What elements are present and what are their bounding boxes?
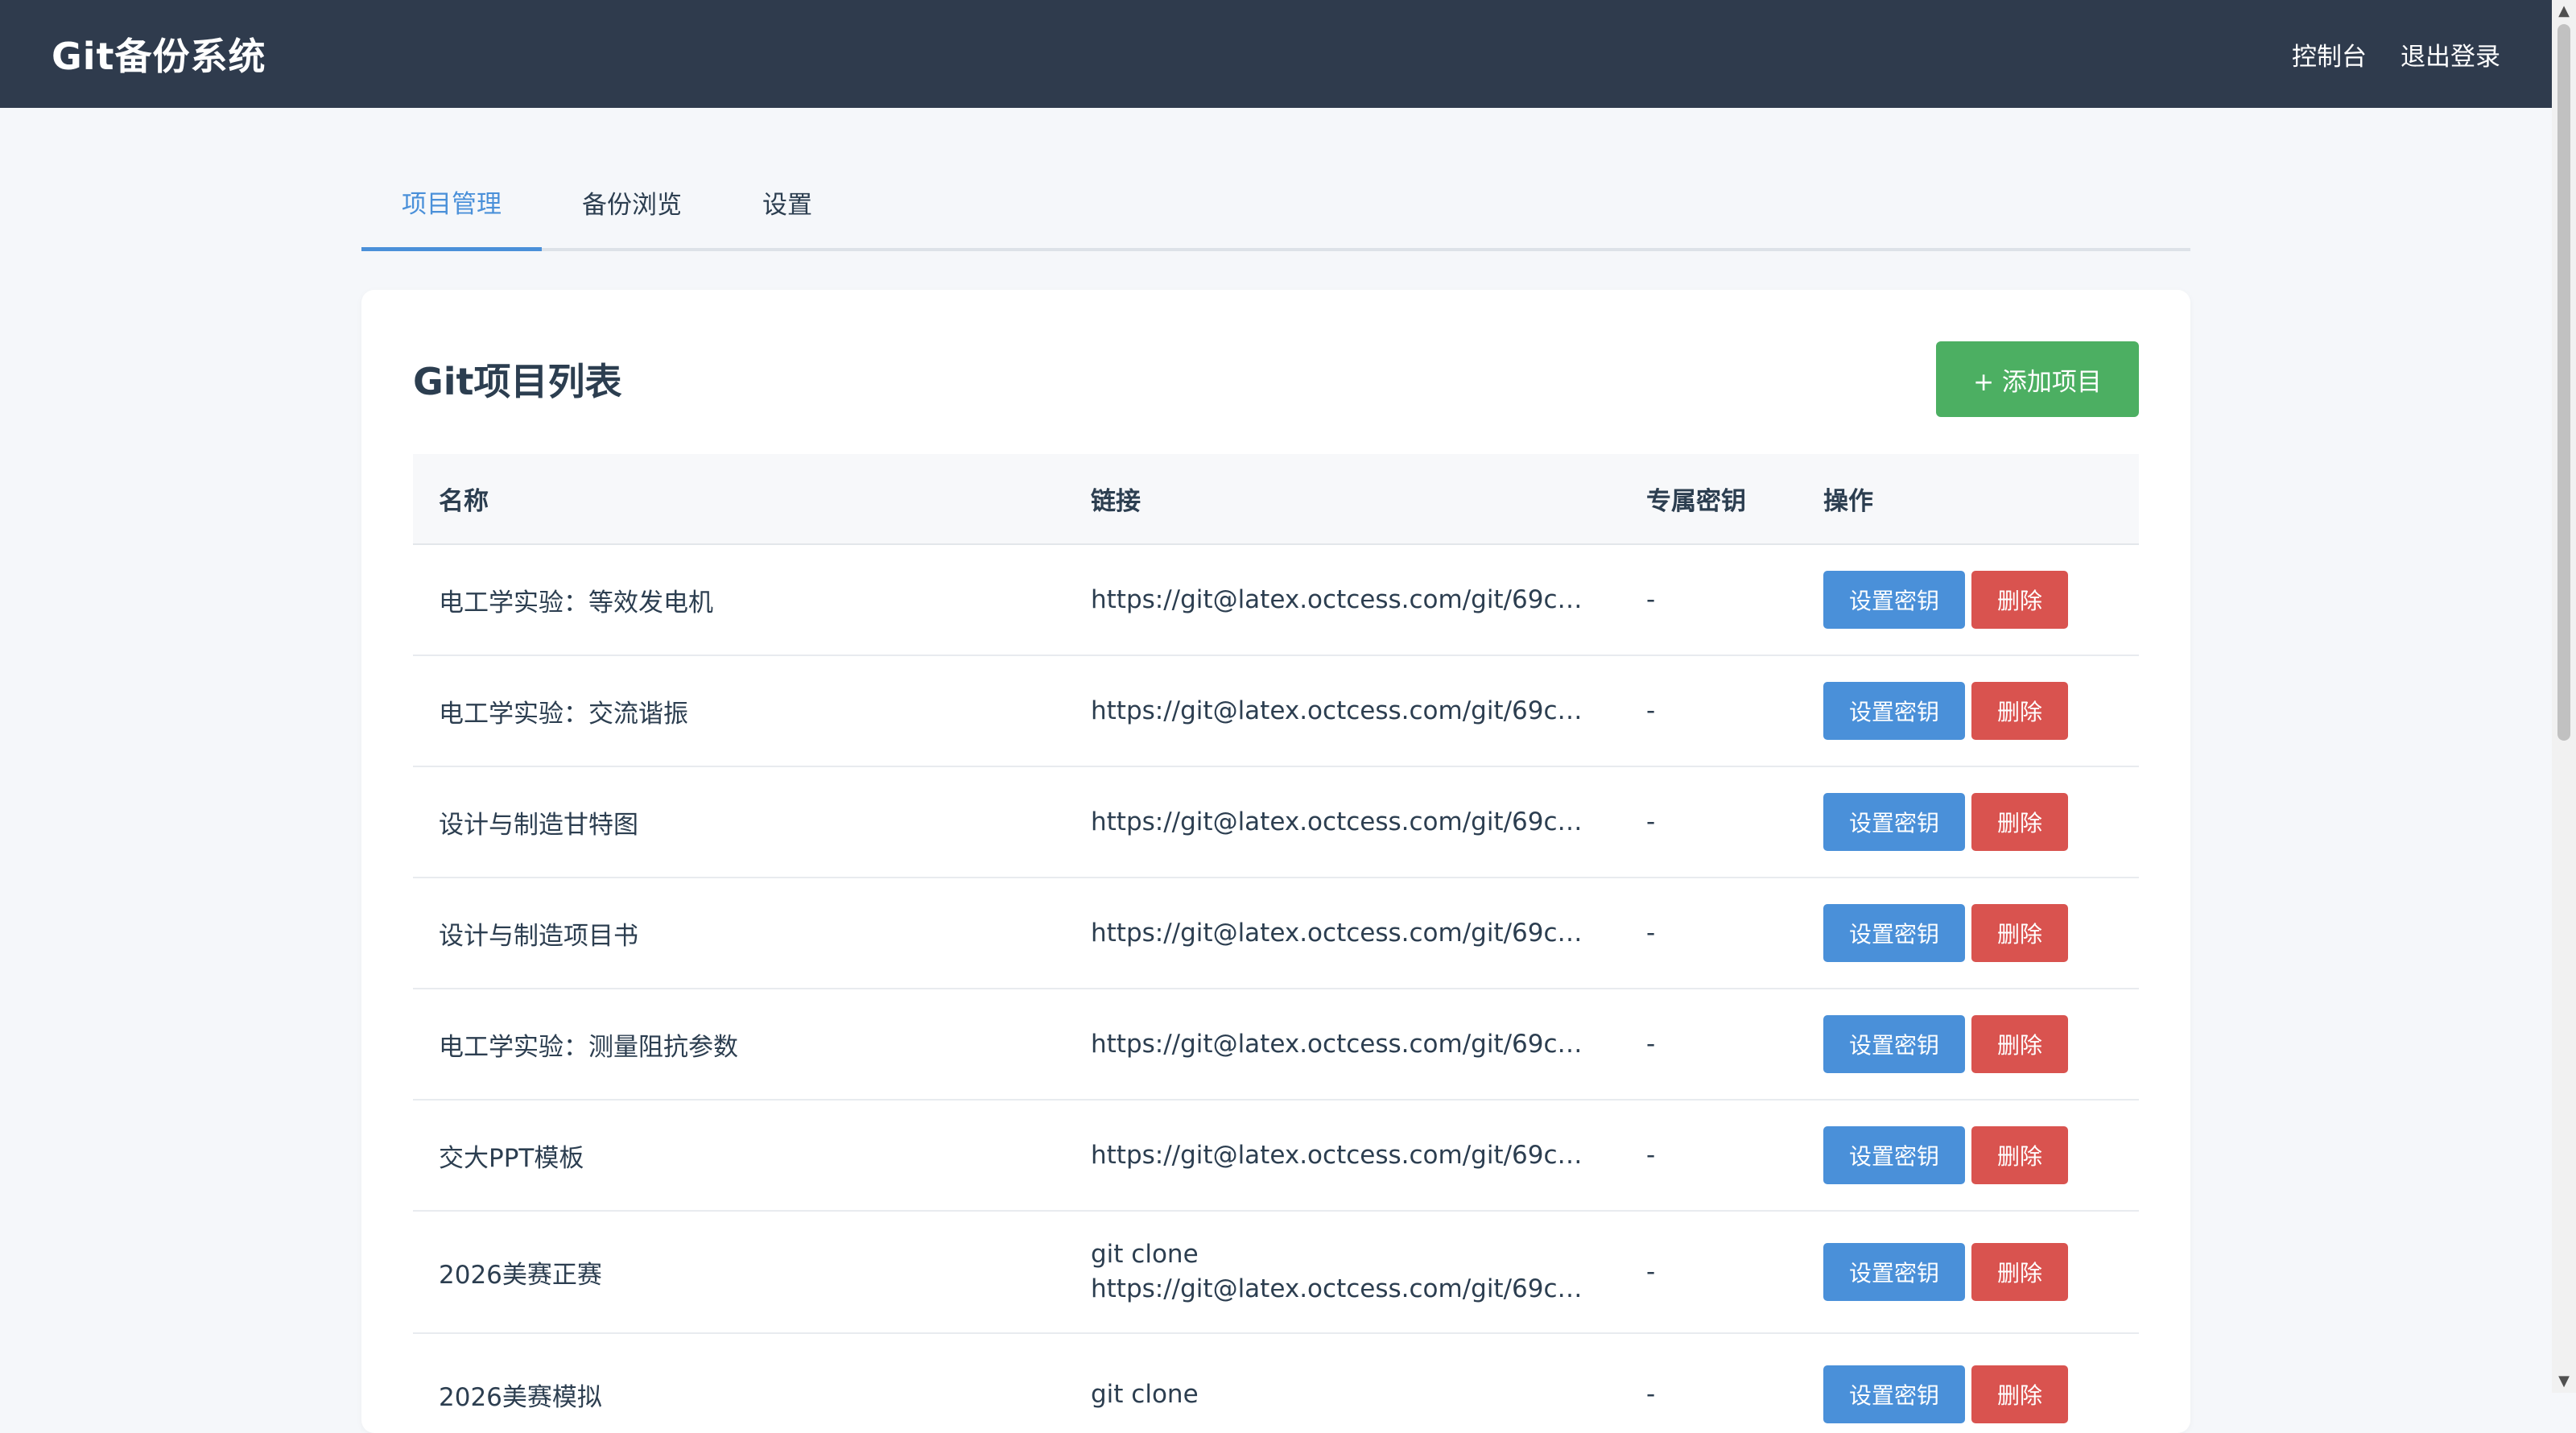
table-row: 设计与制造项目书 https://git@latex.octcess.com/g… bbox=[413, 878, 2139, 989]
row-actions: 设置密钥 删除 bbox=[1798, 878, 2139, 989]
project-link-text: https://git@latex.octcess.com/git/69c37b… bbox=[1091, 696, 1595, 725]
header-link: 链接 bbox=[1065, 454, 1620, 545]
project-link-text: git clone bbox=[1091, 1377, 1595, 1412]
scroll-down-icon[interactable]: ▼ bbox=[2552, 1370, 2576, 1393]
project-link-text: https://git@latex.octcess.com/git/69c37b… bbox=[1091, 585, 1595, 614]
delete-button[interactable]: 删除 bbox=[1971, 682, 2068, 740]
delete-button[interactable]: 删除 bbox=[1971, 1015, 2068, 1073]
tab-project-management[interactable]: 项目管理 bbox=[361, 184, 542, 251]
tab-backup-browse[interactable]: 备份浏览 bbox=[542, 184, 722, 251]
header-name: 名称 bbox=[413, 454, 1065, 545]
page-scrollbar[interactable]: ▲ ▼ bbox=[2552, 0, 2576, 1393]
project-link-text: git clone https://git@latex.octcess.com/… bbox=[1091, 1237, 1595, 1307]
nav-links: 控制台 退出登录 bbox=[2292, 36, 2500, 72]
project-key: - bbox=[1620, 1100, 1798, 1212]
table-row: 2026美赛模拟 git clone - 设置密钥 删除 bbox=[413, 1333, 2139, 1433]
set-key-button[interactable]: 设置密钥 bbox=[1823, 571, 1965, 629]
table-row: 电工学实验：等效发电机 https://git@latex.octcess.co… bbox=[413, 544, 2139, 656]
project-name: 2026美赛正赛 bbox=[413, 1211, 1065, 1334]
row-actions: 设置密钥 删除 bbox=[1798, 1333, 2139, 1433]
nav-logout-link[interactable]: 退出登录 bbox=[2401, 36, 2500, 72]
project-link: https://git@latex.octcess.com/git/69c37c… bbox=[1065, 878, 1620, 989]
project-link-text: https://git@latex.octcess.com/git/69c37b… bbox=[1091, 807, 1595, 836]
project-key: - bbox=[1620, 655, 1798, 767]
row-actions: 设置密钥 删除 bbox=[1798, 989, 2139, 1101]
row-actions: 设置密钥 删除 bbox=[1798, 544, 2139, 656]
project-table: 名称 链接 专属密钥 操作 电工学实验：等效发电机 https://git@la… bbox=[413, 454, 2139, 1433]
table-row: 2026美赛正赛 git clone https://git@latex.oct… bbox=[413, 1211, 2139, 1334]
project-link-text: https://git@latex.octcess.com/git/69c37c… bbox=[1091, 1030, 1595, 1059]
project-list-card: Git项目列表 + 添加项目 名称 链接 专属密钥 操作 电工学实验：等效发电机… bbox=[361, 290, 2190, 1433]
delete-button[interactable]: 删除 bbox=[1971, 571, 2068, 629]
delete-button[interactable]: 删除 bbox=[1971, 904, 2068, 962]
table-row: 设计与制造甘特图 https://git@latex.octcess.com/g… bbox=[413, 766, 2139, 878]
link-line-2: https://git@latex.octcess.com/git/69c39e… bbox=[1091, 1274, 1595, 1303]
project-name: 2026美赛模拟 bbox=[413, 1333, 1065, 1433]
set-key-button[interactable]: 设置密钥 bbox=[1823, 793, 1965, 851]
table-row: 电工学实验：交流谐振 https://git@latex.octcess.com… bbox=[413, 655, 2139, 767]
set-key-button[interactable]: 设置密钥 bbox=[1823, 1365, 1965, 1423]
row-actions: 设置密钥 删除 bbox=[1798, 1100, 2139, 1212]
project-link: https://git@latex.octcess.com/git/69c37b… bbox=[1065, 544, 1620, 656]
project-key: - bbox=[1620, 544, 1798, 656]
row-actions: 设置密钥 删除 bbox=[1798, 655, 2139, 767]
project-link: git clone https://git@latex.octcess.com/… bbox=[1065, 1211, 1620, 1334]
scroll-up-icon[interactable]: ▲ bbox=[2552, 0, 2576, 23]
set-key-button[interactable]: 设置密钥 bbox=[1823, 1243, 1965, 1301]
card-header: Git项目列表 + 添加项目 bbox=[413, 341, 2139, 417]
project-link-text: https://git@latex.octcess.com/git/69c37c… bbox=[1091, 919, 1595, 948]
project-link: https://git@latex.octcess.com/git/69c37c… bbox=[1065, 1100, 1620, 1212]
link-line-1: git clone bbox=[1091, 1379, 1199, 1409]
scroll-thumb[interactable] bbox=[2557, 24, 2570, 741]
set-key-button[interactable]: 设置密钥 bbox=[1823, 904, 1965, 962]
project-key: - bbox=[1620, 989, 1798, 1101]
project-link: https://git@latex.octcess.com/git/69c37c… bbox=[1065, 989, 1620, 1101]
set-key-button[interactable]: 设置密钥 bbox=[1823, 1015, 1965, 1073]
header-actions: 操作 bbox=[1798, 454, 2139, 545]
project-name: 交大PPT模板 bbox=[413, 1100, 1065, 1212]
project-name: 电工学实验：测量阻抗参数 bbox=[413, 989, 1065, 1101]
app-brand[interactable]: Git备份系统 bbox=[52, 27, 266, 81]
table-row: 电工学实验：测量阻抗参数 https://git@latex.octcess.c… bbox=[413, 989, 2139, 1101]
table-row: 交大PPT模板 https://git@latex.octcess.com/gi… bbox=[413, 1100, 2139, 1212]
main-content: 项目管理 备份浏览 设置 Git项目列表 + 添加项目 名称 链接 专属密钥 操… bbox=[361, 166, 2190, 1433]
tab-bar: 项目管理 备份浏览 设置 bbox=[361, 166, 2190, 251]
project-key: - bbox=[1620, 1211, 1798, 1334]
set-key-button[interactable]: 设置密钥 bbox=[1823, 1126, 1965, 1184]
delete-button[interactable]: 删除 bbox=[1971, 793, 2068, 851]
project-link: https://git@latex.octcess.com/git/69c37b… bbox=[1065, 766, 1620, 878]
set-key-button[interactable]: 设置密钥 bbox=[1823, 682, 1965, 740]
delete-button[interactable]: 删除 bbox=[1971, 1243, 2068, 1301]
card-title: Git项目列表 bbox=[413, 360, 622, 403]
project-link-text: https://git@latex.octcess.com/git/69c37c… bbox=[1091, 1141, 1595, 1170]
row-actions: 设置密钥 删除 bbox=[1798, 766, 2139, 878]
project-name: 电工学实验：等效发电机 bbox=[413, 544, 1065, 656]
project-name: 设计与制造甘特图 bbox=[413, 766, 1065, 878]
top-navbar: Git备份系统 控制台 退出登录 bbox=[0, 0, 2552, 108]
project-link: https://git@latex.octcess.com/git/69c37b… bbox=[1065, 655, 1620, 767]
table-header-row: 名称 链接 专属密钥 操作 bbox=[413, 454, 2139, 545]
delete-button[interactable]: 删除 bbox=[1971, 1365, 2068, 1423]
project-name: 设计与制造项目书 bbox=[413, 878, 1065, 989]
delete-button[interactable]: 删除 bbox=[1971, 1126, 2068, 1184]
add-project-button[interactable]: + 添加项目 bbox=[1936, 341, 2139, 417]
nav-dashboard-link[interactable]: 控制台 bbox=[2292, 36, 2367, 72]
link-line-1: git clone bbox=[1091, 1240, 1199, 1269]
project-key: - bbox=[1620, 1333, 1798, 1433]
project-name: 电工学实验：交流谐振 bbox=[413, 655, 1065, 767]
project-link: git clone bbox=[1065, 1333, 1620, 1433]
project-key: - bbox=[1620, 878, 1798, 989]
row-actions: 设置密钥 删除 bbox=[1798, 1211, 2139, 1334]
project-key: - bbox=[1620, 766, 1798, 878]
header-key: 专属密钥 bbox=[1620, 454, 1798, 545]
tab-settings[interactable]: 设置 bbox=[722, 184, 852, 251]
